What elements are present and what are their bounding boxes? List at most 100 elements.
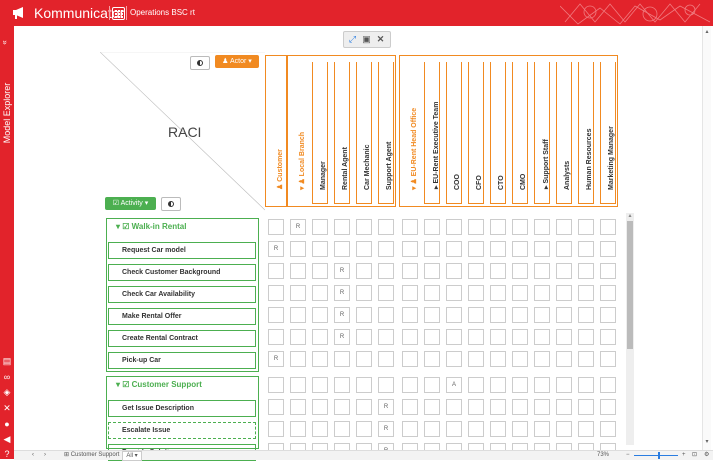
raci-cell[interactable]	[534, 421, 550, 437]
actor-column-local-branch[interactable]: ▾ ♟ Local Branch	[290, 62, 306, 204]
actor-column-analysts[interactable]: Analysts	[556, 62, 572, 204]
raci-cell[interactable]	[534, 399, 550, 415]
raci-cell[interactable]	[446, 219, 462, 235]
raci-cell[interactable]	[312, 351, 328, 367]
raci-cell[interactable]	[468, 307, 484, 323]
raci-cell[interactable]	[468, 285, 484, 301]
raci-cell[interactable]	[290, 351, 306, 367]
raci-cell[interactable]	[290, 241, 306, 257]
chevron-down-icon[interactable]: »	[1, 40, 10, 44]
raci-cell[interactable]	[468, 377, 484, 393]
actor-column-rental-agent[interactable]: Rental Agent	[334, 62, 350, 204]
raci-cell[interactable]	[600, 241, 616, 257]
raci-cell[interactable]	[290, 263, 306, 279]
raci-cell[interactable]	[534, 219, 550, 235]
raci-cell[interactable]	[556, 421, 572, 437]
filter-select[interactable]: All ▾	[122, 451, 142, 461]
raci-cell[interactable]	[312, 263, 328, 279]
megaphone-icon[interactable]	[12, 6, 27, 19]
raci-cell[interactable]	[290, 329, 306, 345]
raci-cell[interactable]	[468, 329, 484, 345]
raci-cell[interactable]	[402, 421, 418, 437]
raci-cell[interactable]	[356, 377, 372, 393]
raci-cell[interactable]	[334, 241, 350, 257]
raci-cell[interactable]	[424, 307, 440, 323]
raci-cell[interactable]	[490, 285, 506, 301]
raci-cell[interactable]	[446, 241, 462, 257]
raci-cell[interactable]	[424, 285, 440, 301]
raci-cell[interactable]: R	[334, 285, 350, 301]
actor-column-cmo[interactable]: CMO	[512, 62, 528, 204]
raci-cell[interactable]	[334, 399, 350, 415]
raci-cell[interactable]	[468, 241, 484, 257]
raci-cell[interactable]	[402, 377, 418, 393]
raci-cell[interactable]	[402, 241, 418, 257]
raci-cell[interactable]	[378, 285, 394, 301]
raci-cell[interactable]	[268, 329, 284, 345]
raci-cell[interactable]	[312, 307, 328, 323]
link-icon[interactable]: ∞	[2, 372, 12, 382]
raci-cell[interactable]	[378, 351, 394, 367]
actor-column-eu-rent-head-office[interactable]: ▾ ♟ EU-Rent Head Office	[402, 62, 418, 204]
tools-icon[interactable]: ✕	[2, 403, 12, 413]
raci-cell[interactable]	[534, 329, 550, 345]
raci-cell[interactable]	[290, 421, 306, 437]
raci-cell[interactable]	[356, 307, 372, 323]
raci-cell[interactable]	[424, 329, 440, 345]
scroll-down-icon[interactable]: ▾	[703, 438, 711, 445]
page-scrollbar[interactable]: ▴ ▾	[702, 26, 711, 450]
raci-cell[interactable]	[468, 399, 484, 415]
raci-cell[interactable]	[468, 351, 484, 367]
raci-cell[interactable]	[334, 421, 350, 437]
actor-column-marketing-manager[interactable]: Marketing Manager	[600, 62, 616, 204]
raci-cell[interactable]	[402, 219, 418, 235]
apps-grid-icon[interactable]	[112, 7, 125, 20]
raci-cell[interactable]: R	[268, 241, 284, 257]
raci-cell[interactable]: R	[268, 351, 284, 367]
actor-column-support-agent[interactable]: Support Agent	[378, 62, 394, 204]
scroll-up-icon[interactable]: ▴	[626, 213, 634, 219]
raci-cell[interactable]	[534, 307, 550, 323]
raci-cell[interactable]	[578, 307, 594, 323]
raci-cell[interactable]	[578, 329, 594, 345]
raci-cell[interactable]	[446, 329, 462, 345]
raci-cell[interactable]	[490, 351, 506, 367]
raci-cell[interactable]	[578, 263, 594, 279]
raci-cell[interactable]	[600, 285, 616, 301]
scroll-up-icon[interactable]: ▴	[703, 28, 711, 35]
raci-cell[interactable]	[446, 307, 462, 323]
raci-cell[interactable]: R	[334, 307, 350, 323]
raci-cell[interactable]	[468, 263, 484, 279]
raci-cell[interactable]	[512, 351, 528, 367]
raci-cell[interactable]	[490, 329, 506, 345]
raci-cell[interactable]	[446, 351, 462, 367]
raci-cell[interactable]	[578, 377, 594, 393]
raci-cell[interactable]	[578, 351, 594, 367]
raci-cell[interactable]	[490, 219, 506, 235]
zoom-slider[interactable]	[634, 455, 678, 456]
raci-cell[interactable]	[334, 351, 350, 367]
raci-cell[interactable]	[356, 263, 372, 279]
raci-cell[interactable]	[600, 263, 616, 279]
tag-icon[interactable]: ◈	[2, 387, 12, 397]
raci-cell[interactable]	[556, 219, 572, 235]
raci-cell[interactable]	[424, 399, 440, 415]
zoom-slider-knob[interactable]	[658, 452, 660, 459]
raci-cell[interactable]	[556, 351, 572, 367]
raci-cell[interactable]	[490, 421, 506, 437]
raci-cell[interactable]	[490, 377, 506, 393]
raci-cell[interactable]	[424, 377, 440, 393]
raci-cell[interactable]	[402, 399, 418, 415]
raci-cell[interactable]	[534, 263, 550, 279]
raci-cell[interactable]	[424, 263, 440, 279]
raci-cell[interactable]	[578, 285, 594, 301]
raci-cell[interactable]	[556, 307, 572, 323]
raci-cell[interactable]	[356, 421, 372, 437]
raci-cell[interactable]	[378, 377, 394, 393]
raci-cell[interactable]	[312, 241, 328, 257]
raci-cell[interactable]	[534, 241, 550, 257]
raci-cell[interactable]	[512, 377, 528, 393]
close-icon[interactable]: ✕	[375, 34, 386, 45]
raci-cell[interactable]	[312, 399, 328, 415]
raci-cell[interactable]: R	[378, 399, 394, 415]
